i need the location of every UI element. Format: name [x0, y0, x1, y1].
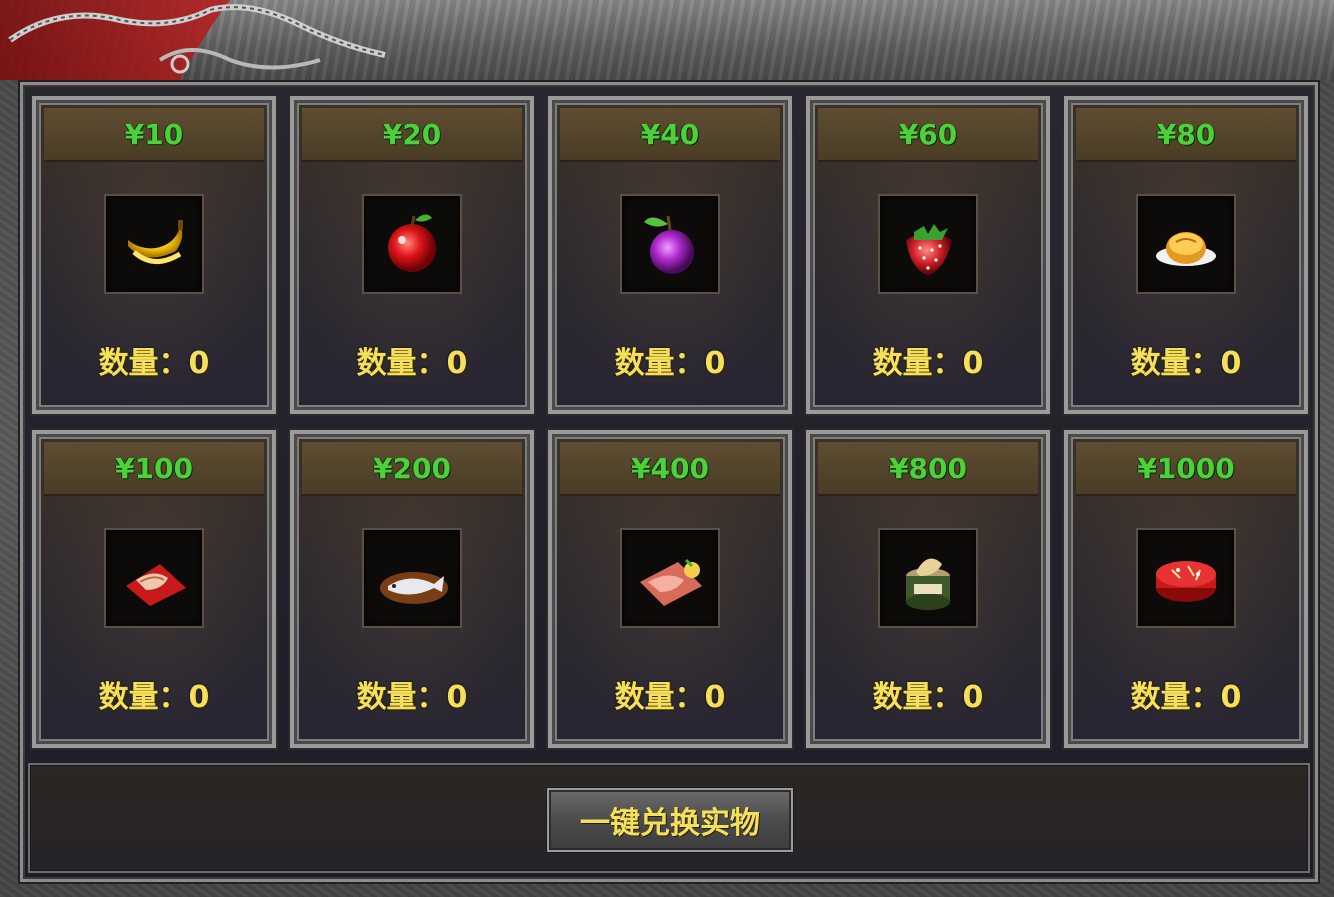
reward-card: ¥10 数量：0 [32, 96, 276, 414]
price-label: ¥200 [373, 451, 451, 485]
price-band: ¥10 [44, 108, 264, 162]
price-band: ¥400 [560, 442, 780, 496]
quantity-label: 数量：0 [614, 346, 726, 381]
item-slot[interactable] [1136, 528, 1236, 628]
mooncake-icon [1156, 232, 1216, 266]
price-label: ¥100 [115, 451, 193, 485]
price-label: ¥400 [631, 451, 709, 485]
reward-card: ¥20 数量：0 [290, 96, 534, 414]
quantity-label: 数量：0 [356, 346, 468, 381]
item-slot[interactable] [878, 528, 978, 628]
item-slot[interactable] [104, 194, 204, 294]
cake-icon [1156, 561, 1216, 602]
price-band: ¥40 [560, 108, 780, 162]
price-band: ¥20 [302, 108, 522, 162]
reward-card: ¥1000 数量：0 [1064, 430, 1308, 748]
quantity-label: 数量：0 [98, 680, 210, 715]
quantity-label: 数量：0 [1130, 680, 1242, 715]
strawberry-icon [906, 224, 952, 276]
price-label: ¥10 [124, 117, 184, 151]
price-band: ¥100 [44, 442, 264, 496]
item-slot[interactable] [620, 194, 720, 294]
canned-pork-icon [906, 558, 950, 610]
quantity-label: 数量：0 [872, 346, 984, 381]
item-slot[interactable] [362, 194, 462, 294]
steak-icon [640, 558, 702, 606]
reward-card: ¥400 数量：0 [548, 430, 792, 748]
meat-slice-icon [126, 564, 186, 606]
quantity-label: 数量：0 [1130, 346, 1242, 381]
price-band: ¥200 [302, 442, 522, 496]
item-slot[interactable] [1136, 194, 1236, 294]
price-label: ¥60 [898, 117, 958, 151]
quantity-label: 数量：0 [98, 346, 210, 381]
item-slot[interactable] [878, 194, 978, 294]
price-label: ¥1000 [1137, 451, 1235, 485]
reward-card: ¥200 数量：0 [290, 430, 534, 748]
price-band: ¥80 [1076, 108, 1296, 162]
exchange-all-button[interactable]: 一键兑换实物 [547, 788, 793, 852]
reward-card: ¥80 数量：0 [1064, 96, 1308, 414]
price-label: ¥20 [382, 117, 442, 151]
item-slot[interactable] [362, 528, 462, 628]
price-band: ¥1000 [1076, 442, 1296, 496]
quantity-label: 数量：0 [356, 680, 468, 715]
apple-icon [388, 214, 436, 272]
plum-icon [644, 215, 694, 274]
item-slot[interactable] [620, 528, 720, 628]
reward-card: ¥40 数量：0 [548, 96, 792, 414]
reward-card: ¥800 数量：0 [806, 430, 1050, 748]
fish-icon [380, 572, 448, 604]
reward-card: ¥60 数量：0 [806, 96, 1050, 414]
quantity-label: 数量：0 [614, 680, 726, 715]
price-label: ¥800 [889, 451, 967, 485]
dragon-ornament-icon [0, 0, 386, 80]
price-band: ¥60 [818, 108, 1038, 162]
price-label: ¥40 [640, 117, 700, 151]
price-band: ¥800 [818, 442, 1038, 496]
quantity-label: 数量：0 [872, 680, 984, 715]
price-label: ¥80 [1156, 117, 1216, 151]
banana-icon [128, 220, 183, 264]
reward-card: ¥100 数量：0 [32, 430, 276, 748]
item-slot[interactable] [104, 528, 204, 628]
